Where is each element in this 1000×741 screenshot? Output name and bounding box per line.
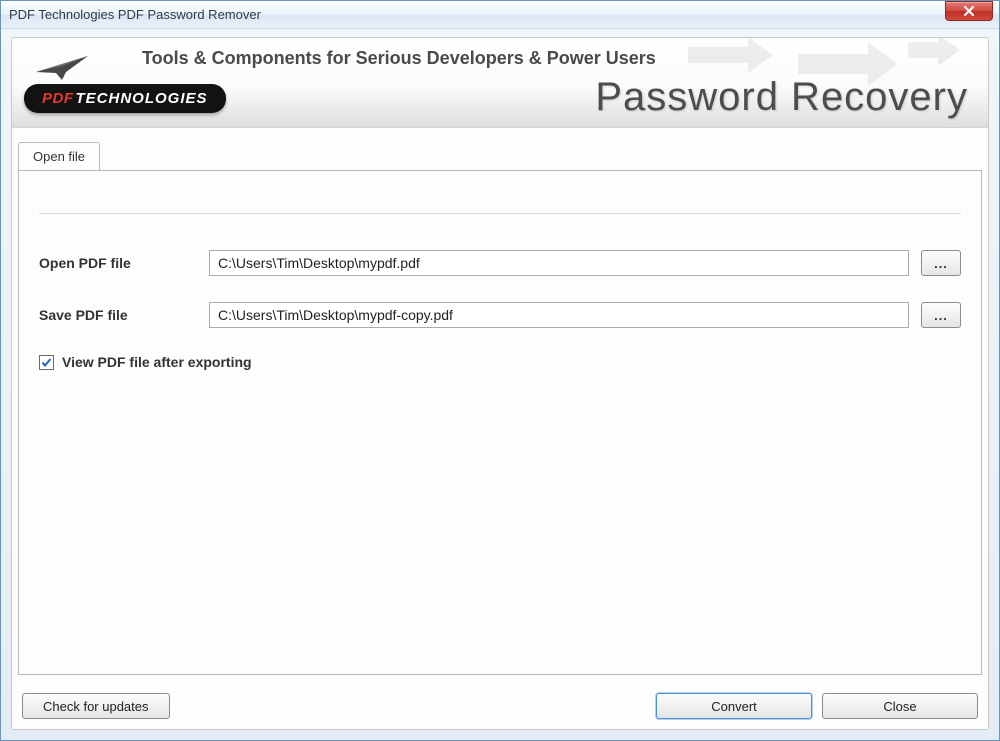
app-name-heading: Password Recovery [142,75,968,120]
save-file-browse-button[interactable]: ... [921,302,961,328]
header-text: Tools & Components for Serious Developer… [142,48,968,120]
tagline: Tools & Components for Serious Developer… [142,48,968,69]
open-file-browse-button[interactable]: ... [921,250,961,276]
view-after-row: View PDF file after exporting [39,354,961,370]
window-close-button[interactable] [945,1,993,21]
content-pane: PDF TECHNOLOGIES Tools & Components for … [11,37,989,730]
open-file-input[interactable] [209,250,909,276]
save-file-input[interactable] [209,302,909,328]
checkmark-icon [41,357,52,368]
convert-button[interactable]: Convert [656,693,812,719]
tabs-row: Open file [12,142,988,170]
save-file-label: Save PDF file [39,307,209,323]
titlebar[interactable]: PDF Technologies PDF Password Remover [1,1,999,29]
divider [39,213,961,214]
footer-row: Check for updates Convert Close [12,683,988,729]
close-button[interactable]: Close [822,693,978,719]
save-file-row: Save PDF file ... [39,302,961,328]
app-window: PDF Technologies PDF Password Remover [0,0,1000,741]
footer-right-group: Convert Close [656,693,978,719]
window-title: PDF Technologies PDF Password Remover [9,7,261,22]
open-file-label: Open PDF file [39,255,209,271]
brand-text-pdf: PDF [42,90,74,107]
paper-plane-icon [32,52,92,82]
header-band: PDF TECHNOLOGIES Tools & Components for … [12,38,988,128]
tab-panel-open-file: Open PDF file ... Save PDF file ... View… [18,170,982,675]
view-after-checkbox[interactable] [39,355,54,370]
check-updates-button[interactable]: Check for updates [22,693,170,719]
tab-open-file[interactable]: Open file [18,142,100,170]
view-after-label: View PDF file after exporting [62,354,252,370]
close-icon [963,5,975,17]
open-file-row: Open PDF file ... [39,250,961,276]
